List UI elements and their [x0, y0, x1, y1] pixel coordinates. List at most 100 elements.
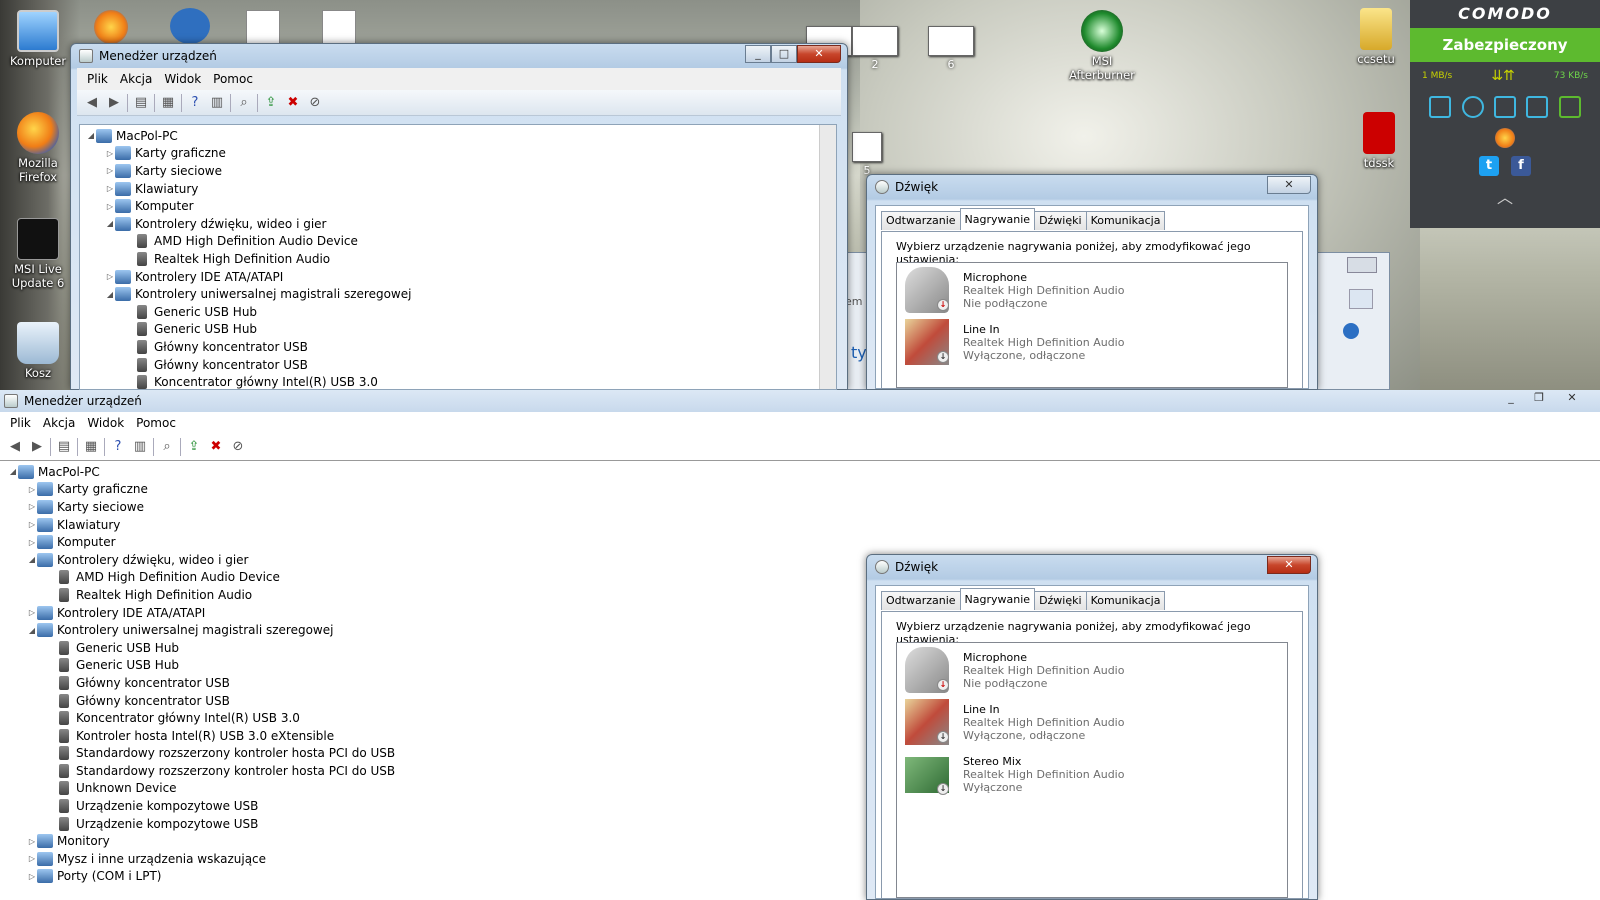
desktop-icon-msi-live-update[interactable]: MSI Live Update 6 — [0, 218, 76, 290]
document-icon[interactable] — [246, 10, 280, 44]
tab-playback[interactable]: Odtwarzanie — [881, 591, 961, 610]
desktop-thumbnail[interactable]: 5 — [852, 132, 882, 177]
update-driver-icon[interactable]: ⇪ — [185, 438, 203, 456]
tree-category[interactable]: ▷ Karty graficzne — [8, 481, 1600, 499]
expand-toggle-icon[interactable]: ▷ — [27, 837, 37, 846]
desktop-icon-msi-afterburner[interactable]: MSI Afterburner — [1064, 10, 1140, 82]
tree-category[interactable]: ◢ Kontrolery uniwersalnej magistrali szer… — [8, 621, 1600, 639]
tree-category[interactable]: ◢ Kontrolery dźwięku, wideo i gier — [86, 215, 836, 233]
firefox-icon[interactable] — [1495, 128, 1515, 148]
menu-widok[interactable]: Widok — [81, 416, 130, 430]
tree-category[interactable]: ▷ Karty graficzne — [86, 145, 836, 163]
uninstall-icon[interactable]: ✖ — [207, 438, 225, 456]
menu-plik[interactable]: Plik — [4, 416, 37, 430]
search-icon[interactable] — [1349, 289, 1373, 309]
desktop-icon-tdsskiller[interactable]: tdssk — [1350, 112, 1408, 170]
expand-toggle-icon[interactable]: ▷ — [27, 872, 37, 881]
tree-category[interactable]: ▷ Klawiatury — [86, 180, 836, 198]
minimize-button[interactable]: _ — [745, 45, 771, 63]
scan-icon[interactable] — [1461, 96, 1484, 118]
tree-device[interactable]: Koncentrator główny Intel(R) USB 3.0 — [86, 373, 836, 389]
tree-category[interactable]: ▷ Klawiatury — [8, 516, 1600, 534]
tree-category[interactable]: ▷ Kontrolery IDE ATA/ATAPI — [86, 268, 836, 286]
tree-category[interactable]: ▷ Kontrolery IDE ATA/ATAPI — [8, 604, 1600, 622]
expand-toggle-icon[interactable]: ◢ — [27, 626, 37, 635]
tree-device[interactable]: Standardowy rozszerzony kontroler hosta … — [8, 745, 1600, 763]
minimize-button[interactable]: _ — [1498, 390, 1524, 408]
tree-device[interactable]: Urządzenie kompozytowe USB — [8, 815, 1600, 833]
tree-device[interactable]: Standardowy rozszerzony kontroler hosta … — [8, 762, 1600, 780]
tab-sounds[interactable]: Dźwięki — [1034, 211, 1087, 230]
expand-toggle-icon[interactable]: ▷ — [27, 608, 37, 617]
tree-category[interactable]: ▷ Karty sieciowe — [8, 498, 1600, 516]
console-tree-icon[interactable]: ▤ — [55, 438, 73, 456]
menu-widok[interactable]: Widok — [158, 72, 207, 86]
tab-recording[interactable]: Nagrywanie — [959, 208, 1036, 230]
restore-button[interactable]: ❐ — [1526, 390, 1552, 408]
menu-akcja[interactable]: Akcja — [37, 416, 81, 430]
expand-toggle-icon[interactable]: ▷ — [27, 485, 37, 494]
desktop-icon-computer[interactable]: Komputer — [0, 10, 76, 68]
tree-category[interactable]: ▷ Karty sieciowe — [86, 162, 836, 180]
expand-toggle-icon[interactable]: ▷ — [105, 202, 115, 211]
menu-pomoc[interactable]: Pomoc — [130, 416, 182, 430]
comodo-status[interactable]: Zabezpieczony — [1410, 28, 1600, 62]
help-icon[interactable]: ? — [186, 94, 204, 112]
expand-toggle-icon[interactable]: ▷ — [27, 854, 37, 863]
menu-pomoc[interactable]: Pomoc — [207, 72, 259, 86]
expand-toggle-icon[interactable]: ▷ — [105, 272, 115, 281]
tree-device[interactable]: Główny koncentrator USB — [86, 356, 836, 374]
action-pane-icon[interactable]: ▥ — [208, 94, 226, 112]
collapse-chevron-icon[interactable]: ︿ — [1410, 180, 1600, 212]
expand-toggle-icon[interactable]: ▷ — [27, 538, 37, 547]
action-pane-icon[interactable]: ▥ — [131, 438, 149, 456]
device-microphone[interactable]: ↓ Microphone Realtek High Definition Aud… — [901, 645, 1281, 695]
expand-toggle-icon[interactable]: ▷ — [27, 520, 37, 529]
tree-category[interactable]: ▷ Monitory — [8, 832, 1600, 850]
desktop-icon-ccsetup[interactable]: ccsetu — [1346, 8, 1406, 66]
tree-device[interactable]: Koncentrator główny Intel(R) USB 3.0 — [8, 709, 1600, 727]
facebook-icon[interactable]: f — [1511, 156, 1531, 176]
properties-icon[interactable]: ▦ — [82, 438, 100, 456]
close-icon[interactable] — [1347, 257, 1377, 273]
maximize-button[interactable]: □ — [771, 45, 797, 63]
gear-icon[interactable] — [170, 8, 210, 44]
tab-communication[interactable]: Komunikacja — [1085, 211, 1166, 230]
tree-device[interactable]: Główny koncentrator USB — [8, 692, 1600, 710]
tree-category[interactable]: ▷ Komputer — [86, 197, 836, 215]
title-bar[interactable]: Menedżer urządzeń — [0, 390, 1600, 412]
device-line-in[interactable]: ↓ Line In Realtek High Definition Audio … — [901, 317, 1281, 367]
vertical-scrollbar[interactable] — [819, 125, 836, 389]
tree-device[interactable]: Generic USB Hub — [8, 639, 1600, 657]
expand-toggle-icon[interactable]: ▷ — [105, 166, 115, 175]
title-bar[interactable]: Dźwięk — [867, 175, 1317, 199]
sandbox-icon[interactable] — [1429, 96, 1452, 118]
tree-device[interactable]: Generic USB Hub — [86, 321, 836, 339]
tree-device[interactable]: Główny koncentrator USB — [8, 674, 1600, 692]
back-arrow-icon[interactable]: ◀ — [83, 94, 101, 112]
tree-category[interactable]: ▷ Mysz i inne urządzenia wskazujące — [8, 850, 1600, 868]
device-stereo-mix[interactable]: ↓ Stereo Mix Realtek High Definition Aud… — [901, 749, 1281, 799]
disable-icon[interactable]: ⊘ — [306, 94, 324, 112]
dashboard-icon[interactable] — [1493, 96, 1516, 118]
desktop-thumbnail[interactable]: 2 — [852, 26, 898, 71]
expand-toggle-icon[interactable]: ▷ — [105, 184, 115, 193]
document-icon[interactable] — [322, 10, 356, 44]
close-button[interactable]: ✕ — [797, 45, 841, 63]
scan-hardware-icon[interactable]: ⌕ — [158, 438, 176, 456]
tab-playback[interactable]: Odtwarzanie — [881, 211, 961, 230]
help-icon[interactable] — [1343, 323, 1359, 339]
device-microphone[interactable]: ↓ Microphone Realtek High Definition Aud… — [901, 265, 1281, 315]
tree-category[interactable]: ▷ Porty (COM i LPT) — [8, 868, 1600, 886]
menu-akcja[interactable]: Akcja — [114, 72, 158, 86]
tree-device[interactable]: Realtek High Definition Audio — [8, 586, 1600, 604]
expand-toggle-icon[interactable]: ◢ — [105, 219, 115, 228]
tree-root[interactable]: ◢ MacPol-PC — [86, 127, 836, 145]
tree-device[interactable]: Generic USB Hub — [8, 657, 1600, 675]
desktop-thumbnail[interactable]: 6 — [928, 26, 974, 71]
expand-toggle-icon[interactable]: ▷ — [105, 149, 115, 158]
back-arrow-icon[interactable]: ◀ — [6, 438, 24, 456]
tree-category[interactable]: ▷ Komputer — [8, 533, 1600, 551]
tree-device[interactable]: AMD High Definition Audio Device — [86, 233, 836, 251]
uninstall-icon[interactable]: ✖ — [284, 94, 302, 112]
